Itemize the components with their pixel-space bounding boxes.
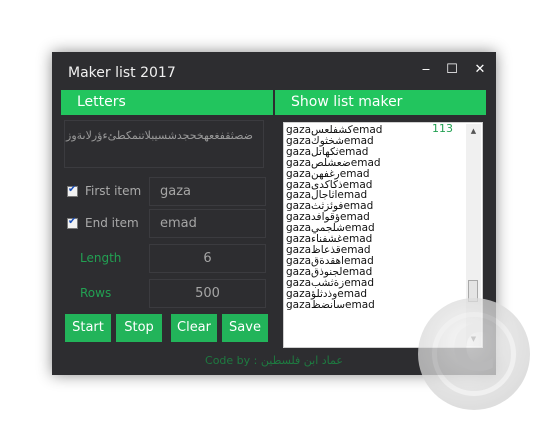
list-item[interactable]: gazaرغفهنemad [286,169,466,180]
list-item[interactable]: gazaذكاكدىemad [286,180,466,191]
list-item[interactable]: gazaشلجميemad [286,223,466,234]
rows-field[interactable]: 500 [149,279,266,308]
end-item-label: End item [85,216,139,230]
list-item[interactable]: gazaشخثوكemad [286,136,466,147]
maximize-button[interactable]: ☐ [440,59,464,81]
first-item-field[interactable]: gaza [149,177,266,206]
title-bar[interactable]: Maker list 2017 ‒ ☐ ✕ [52,52,496,90]
scroll-up-icon[interactable]: ▲ [466,124,481,138]
close-button[interactable]: ✕ [468,59,492,81]
first-item-checkbox[interactable] [67,184,78,197]
list-item[interactable]: gazaثكهاتلemad [286,147,466,158]
start-button[interactable]: Start [65,314,111,342]
list-item[interactable]: gazaقذعاظemad [286,245,466,256]
first-item-label: First item [85,184,142,198]
window-title: Maker list 2017 [68,65,176,81]
rows-label: Rows [80,286,112,300]
stop-button[interactable]: Stop [116,314,162,342]
list-item[interactable]: gazaضعشلصemad [286,158,466,169]
letters-header: Letters [61,90,273,115]
copyright-watermark-icon [418,298,530,410]
list-item[interactable]: gazaؤقوافدemad [286,212,466,223]
clear-button[interactable]: Clear [171,314,217,342]
end-item-field[interactable]: emad [149,209,266,238]
list-item[interactable]: gazaغشفناءemad [286,234,466,245]
minimize-button[interactable]: ‒ [414,59,438,81]
length-field[interactable]: 6 [149,244,266,273]
list-item[interactable]: gazaفوئزثثemad [286,201,466,212]
save-button[interactable]: Save [222,314,268,342]
list-item[interactable]: gazaاثاجالemad [286,190,466,201]
end-item-checkbox[interactable] [67,216,78,229]
list-header: Show list maker [275,90,486,115]
list-item[interactable]: gazaوذدثلؤemad [286,289,466,300]
list-item[interactable]: gazaلجنوذقemad [286,267,466,278]
length-label: Length [80,251,122,265]
list-item[interactable]: gazaاهقدةقemad [286,256,466,267]
item-count: 113 [432,122,453,135]
letters-input[interactable]: ضصثقفغعهخحجدشسيبلاتنمكطئءؤرلاىةوز [64,120,264,168]
list-items: gazaكشفلعسemad gazaشخثوكemad gazaثكهاتلema… [286,125,466,310]
list-item[interactable]: gazaزةثشبemad [286,278,466,289]
